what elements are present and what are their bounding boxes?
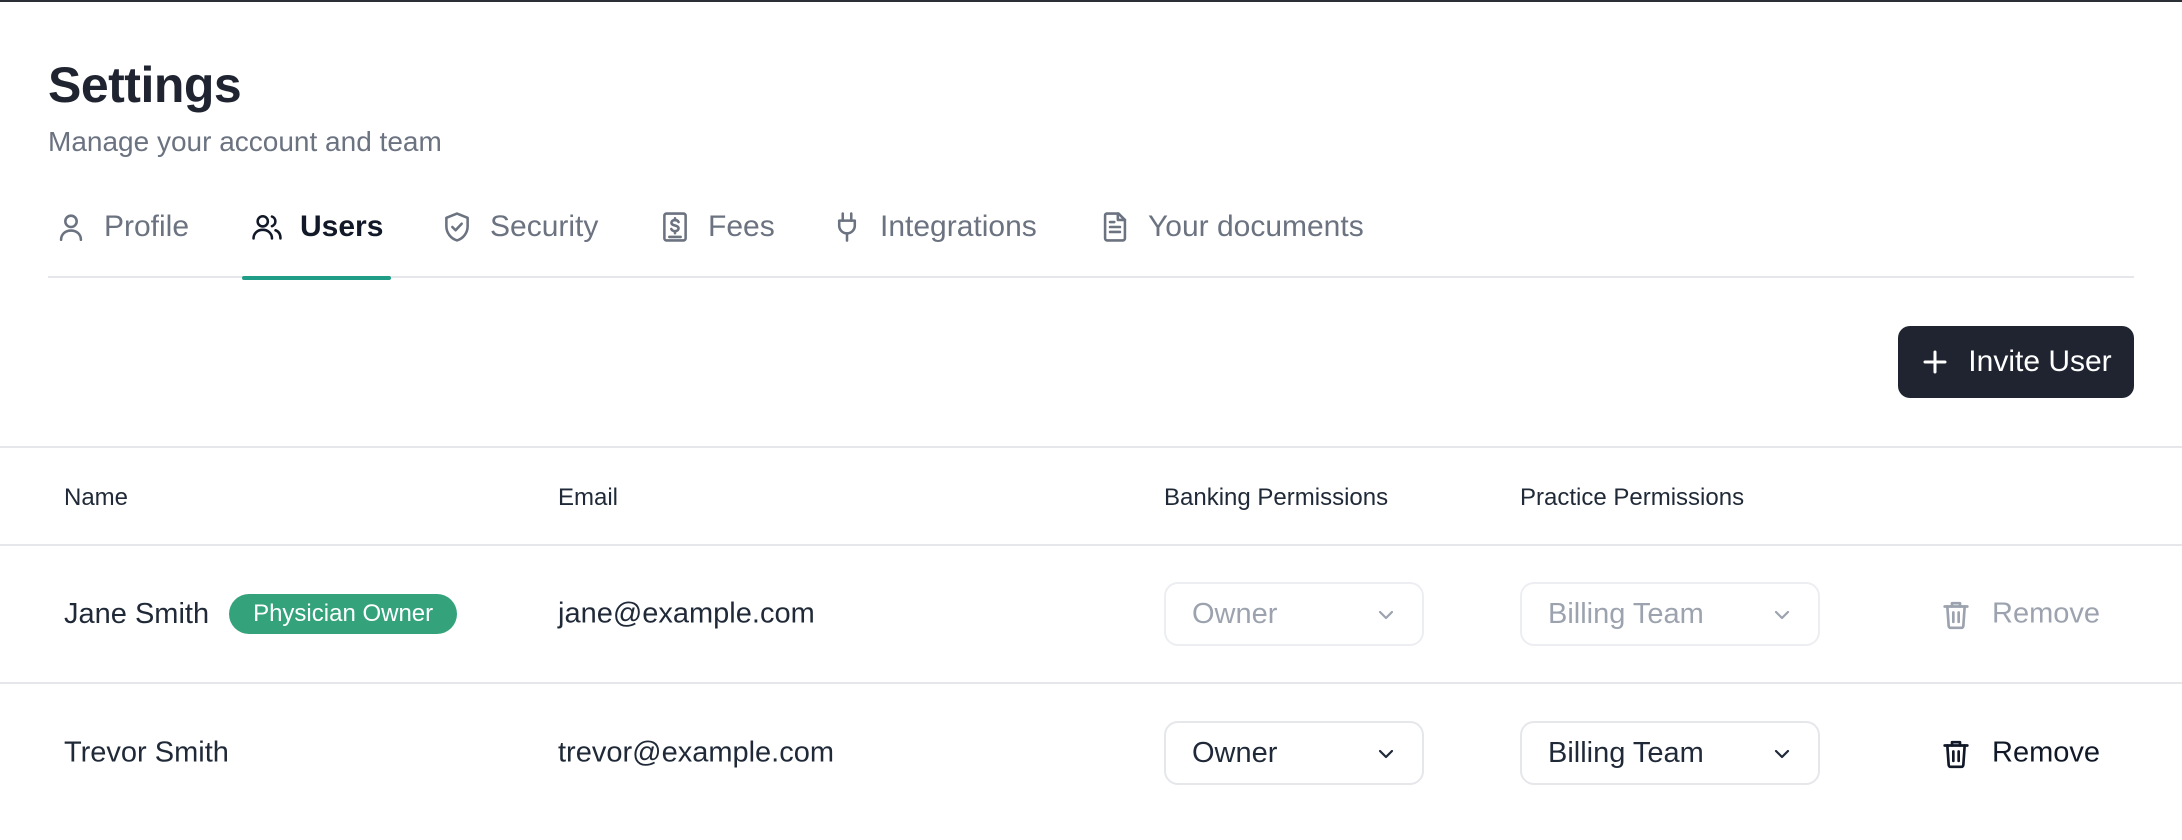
banking-permissions-select[interactable]: Owner [1164,721,1424,785]
tab-label: Fees [708,210,775,243]
tab-users[interactable]: Users [241,205,392,280]
tab-your-documents[interactable]: Your documents [1098,205,1364,278]
tab-profile[interactable]: Profile [54,205,189,278]
trash-icon [1940,737,1972,769]
remove-user-button: Remove [1940,598,2100,631]
document-icon [1098,210,1132,244]
user-icon [54,210,88,244]
practice-permissions-select[interactable]: Billing Team [1520,721,1820,785]
chevron-down-icon [1772,605,1792,625]
tab-security[interactable]: Security [440,205,598,278]
plus-icon [1920,347,1950,377]
practice-permission-value: Billing Team [1548,736,1704,769]
users-table: Name Email Banking Permissions Practice … [0,446,2182,822]
user-name-cell: Trevor Smith [64,737,229,770]
column-header-banking-permissions: Banking Permissions [1164,484,1389,511]
tab-label: Security [490,210,599,243]
shield-check-icon [440,210,474,244]
page-header: Settings Manage your account and team [48,56,442,157]
remove-label: Remove [1992,597,2100,630]
plug-icon [830,210,864,244]
users-icon [250,210,284,244]
role-badge: Physician Owner [229,594,458,634]
column-header-email: Email [558,484,619,511]
chevron-down-icon [1772,744,1792,764]
user-name: Trevor Smith [64,736,229,769]
practice-permissions-select: Billing Team [1520,582,1820,646]
page-title: Settings [48,57,242,113]
tab-label: Your documents [1148,210,1364,243]
banking-permission-value: Owner [1192,736,1278,769]
chevron-down-icon [1376,744,1396,764]
invite-user-label: Invite User [1968,345,2112,378]
user-name-cell: Jane Smith Physician Owner [64,594,458,634]
column-header-name: Name [64,484,129,511]
page-subtitle: Manage your account and team [48,126,442,157]
tab-label: Integrations [880,210,1037,243]
tab-label: Profile [104,210,190,243]
column-header-practice-permissions: Practice Permissions [1520,484,1745,511]
user-name: Jane Smith [64,597,210,630]
banking-permission-value: Owner [1192,597,1278,630]
settings-tabs: Profile Users Security Fees Integrations… [48,205,2134,280]
receipt-dollar-icon [658,210,692,244]
chevron-down-icon [1376,605,1396,625]
trash-icon [1940,598,1972,630]
remove-label: Remove [1992,736,2100,769]
table-row: Trevor Smith trevor@example.com Owner Bi… [0,684,2182,822]
user-email: trevor@example.com [558,736,835,769]
remove-user-button[interactable]: Remove [1940,737,2100,770]
table-row: Jane Smith Physician Owner jane@example.… [0,546,2182,684]
practice-permission-value: Billing Team [1548,597,1704,630]
top-border [0,0,2182,2]
user-email: jane@example.com [558,597,815,630]
banking-permissions-select: Owner [1164,582,1424,646]
invite-user-button[interactable]: Invite User [1898,326,2134,398]
table-header: Name Email Banking Permissions Practice … [0,446,2182,546]
tab-label: Users [300,210,384,243]
tab-fees[interactable]: Fees [658,205,775,278]
tab-integrations[interactable]: Integrations [830,205,1037,278]
